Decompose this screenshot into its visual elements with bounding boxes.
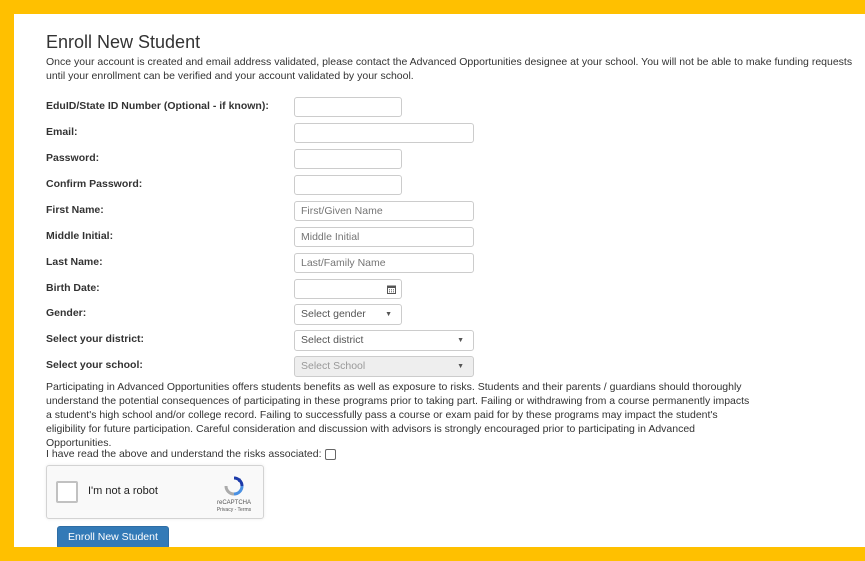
chevron-down-icon: ▼ (457, 363, 464, 370)
first-name-row: First Name: (46, 201, 846, 223)
school-row: Select your school: Select School ▼ (46, 356, 846, 378)
email-label: Email: (46, 126, 78, 138)
confirm-password-label: Confirm Password: (46, 178, 143, 190)
first-name-label: First Name: (46, 204, 104, 216)
middle-initial-row: Middle Initial: (46, 227, 846, 249)
enroll-panel: Enroll New Student Once your account is … (14, 14, 865, 547)
recaptcha-label: I'm not a robot (88, 485, 158, 497)
eduid-row: EduID/State ID Number (Optional - if kno… (46, 97, 846, 119)
intro-text: Once your account is created and email a… (46, 56, 853, 82)
email-row: Email: (46, 123, 846, 145)
password-row: Password: (46, 149, 846, 171)
email-field[interactable] (294, 123, 474, 143)
school-select[interactable]: Select School ▼ (294, 356, 474, 377)
district-label: Select your district: (46, 333, 145, 345)
password-label: Password: (46, 152, 100, 164)
acknowledge-row: I have read the above and understand the… (46, 447, 336, 461)
school-label: Select your school: (46, 359, 143, 371)
district-row: Select your district: Select district ▼ (46, 330, 846, 352)
school-selected: Select School (301, 360, 366, 372)
acknowledge-label: I have read the above and understand the… (46, 448, 322, 460)
risk-disclaimer: Participating in Advanced Opportunities … (46, 381, 750, 449)
birth-date-field[interactable] (294, 279, 383, 299)
enroll-new-student-button[interactable]: Enroll New Student (57, 526, 169, 547)
eduid-input[interactable] (294, 97, 402, 117)
recaptcha-logo-icon (224, 476, 244, 496)
district-select[interactable]: Select district ▼ (294, 330, 474, 351)
gender-selected: Select gender (301, 308, 366, 320)
eduid-label: EduID/State ID Number (Optional - if kno… (46, 100, 269, 112)
birth-date-label: Birth Date: (46, 282, 100, 294)
recaptcha-widget: I'm not a robot reCAPTCHA Privacy - Term… (46, 465, 264, 519)
gender-select[interactable]: Select gender ▼ (294, 304, 402, 325)
password-field[interactable] (294, 149, 402, 169)
calendar-button[interactable] (382, 279, 402, 299)
recaptcha-terms-link[interactable]: Privacy - Terms (209, 507, 259, 514)
confirm-password-field[interactable] (294, 175, 402, 195)
recaptcha-brand: reCAPTCHA (216, 500, 251, 506)
gender-label: Gender: (46, 307, 87, 319)
birth-date-row: Birth Date: (46, 279, 846, 301)
last-name-field[interactable] (294, 253, 474, 273)
page-title: Enroll New Student (46, 32, 201, 52)
chevron-down-icon: ▼ (385, 311, 392, 318)
gender-row: Gender: Select gender ▼ (46, 304, 846, 326)
chevron-down-icon: ▼ (457, 337, 464, 344)
acknowledge-checkbox[interactable] (324, 448, 336, 460)
confirm-password-row: Confirm Password: (46, 175, 846, 197)
calendar-icon (387, 285, 396, 294)
last-name-label: Last Name: (46, 256, 103, 268)
district-selected: Select district (301, 334, 364, 346)
middle-initial-label: Middle Initial: (46, 230, 114, 242)
last-name-row: Last Name: (46, 253, 846, 275)
first-name-field[interactable] (294, 201, 474, 221)
middle-initial-field[interactable] (294, 227, 474, 247)
recaptcha-checkbox[interactable] (56, 481, 78, 503)
